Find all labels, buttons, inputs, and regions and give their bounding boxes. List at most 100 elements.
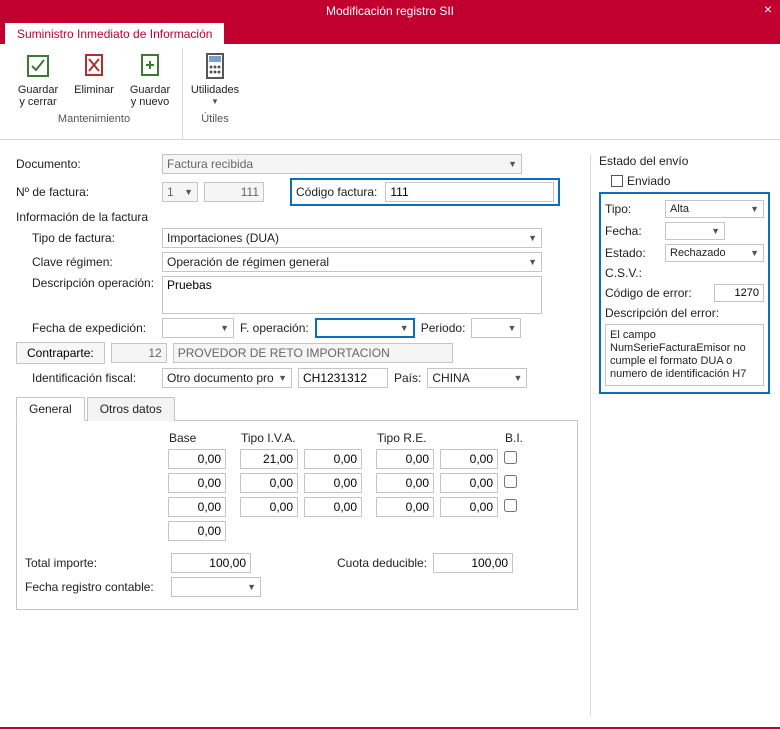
total-importe-label: Total importe: xyxy=(25,556,165,570)
chevron-down-icon: ▼ xyxy=(528,257,537,267)
bi-checkbox[interactable] xyxy=(504,499,517,512)
ribbon-group-label-maintenance: Mantenimiento xyxy=(12,110,176,127)
enviado-checkbox[interactable]: Enviado xyxy=(611,174,670,188)
tiva-pct-input[interactable] xyxy=(240,473,298,493)
contraparte-code-input[interactable] xyxy=(111,343,167,363)
calculator-icon xyxy=(199,50,231,82)
grid-header-tipo-iva: Tipo I.V.A. xyxy=(237,429,365,447)
save-close-button[interactable]: Guardar y cerrar xyxy=(12,48,64,110)
save-new-button[interactable]: Guardar y nuevo xyxy=(124,48,176,110)
ribbon-group-maintenance: Guardar y cerrar Eliminar Guardar y nuev… xyxy=(6,48,183,139)
desc-op-label: Descripción operación: xyxy=(16,276,156,290)
side-fecha-label: Fecha: xyxy=(605,224,661,238)
side-fecha-combo[interactable]: ▼ xyxy=(665,222,725,240)
estado-envio-box: Tipo: Alta▼ Fecha: ▼ Estado: Rechazado▼ … xyxy=(599,192,770,394)
save-close-icon xyxy=(22,50,54,82)
grid-row xyxy=(25,447,527,471)
grid-row xyxy=(25,495,527,519)
base-input[interactable] xyxy=(168,473,226,493)
chevron-down-icon: ▼ xyxy=(278,373,287,383)
extra-base-input[interactable] xyxy=(168,521,226,541)
tre-pct-input[interactable] xyxy=(376,449,434,469)
fecha-exp-label: Fecha de expedición: xyxy=(16,321,156,335)
tre-cuota-input[interactable] xyxy=(440,497,498,517)
contraparte-name-input xyxy=(173,343,453,363)
tre-cuota-input[interactable] xyxy=(440,449,498,469)
ident-fiscal-num-input[interactable] xyxy=(298,368,388,388)
f-operacion-combo[interactable]: ▼ xyxy=(315,318,415,338)
chevron-down-icon: ▼ xyxy=(247,582,256,592)
nfactura-num-input[interactable] xyxy=(204,182,264,202)
grid-row-extra xyxy=(25,519,527,543)
tre-pct-input[interactable] xyxy=(376,497,434,517)
total-importe-input[interactable] xyxy=(171,553,251,573)
tiva-pct-input[interactable] xyxy=(240,497,298,517)
grid-row xyxy=(25,471,527,495)
side-coderr-input[interactable] xyxy=(714,284,764,302)
tre-cuota-input[interactable] xyxy=(440,473,498,493)
clave-regimen-combo[interactable]: Operación de régimen general▼ xyxy=(162,252,542,272)
main-column: Documento: Factura recibida▼ Nº de factu… xyxy=(16,154,578,717)
periodo-combo[interactable]: ▼ xyxy=(471,318,521,338)
grid-header-bi: B.I. xyxy=(501,429,527,447)
ribbon-tab-strip: Suministro Inmediato de Información xyxy=(0,22,780,44)
info-factura-title: Información de la factura xyxy=(16,210,578,224)
documento-combo[interactable]: Factura recibida▼ xyxy=(162,154,522,174)
chevron-down-icon: ▼ xyxy=(508,159,517,169)
tiva-cuota-input[interactable] xyxy=(304,473,362,493)
base-input[interactable] xyxy=(168,497,226,517)
tipo-factura-combo[interactable]: Importaciones (DUA)▼ xyxy=(162,228,542,248)
bi-checkbox[interactable] xyxy=(504,451,517,464)
chevron-down-icon: ▼ xyxy=(400,323,409,333)
chevron-down-icon: ▼ xyxy=(750,204,759,214)
chevron-down-icon: ▼ xyxy=(211,96,219,108)
side-estado-label: Estado: xyxy=(605,246,661,260)
tab-general[interactable]: General xyxy=(16,397,85,421)
codigo-factura-input[interactable] xyxy=(385,182,554,202)
chevron-down-icon: ▼ xyxy=(508,323,517,333)
freg-contable-combo[interactable]: ▼ xyxy=(171,577,261,597)
content-area: Documento: Factura recibida▼ Nº de factu… xyxy=(0,140,780,727)
save-new-icon xyxy=(134,50,166,82)
grid-header-base: Base xyxy=(165,429,229,447)
chevron-down-icon: ▼ xyxy=(184,187,193,197)
fecha-exp-combo[interactable]: ▼ xyxy=(162,318,234,338)
delete-icon xyxy=(78,50,110,82)
tab-otros-datos[interactable]: Otros datos xyxy=(87,397,175,421)
ribbon-tab-sii[interactable]: Suministro Inmediato de Información xyxy=(4,22,225,44)
nfactura-label: Nº de factura: xyxy=(16,185,156,199)
side-tipo-combo[interactable]: Alta▼ xyxy=(665,200,764,218)
side-tipo-label: Tipo: xyxy=(605,202,661,216)
tre-pct-input[interactable] xyxy=(376,473,434,493)
cuota-deducible-input[interactable] xyxy=(433,553,513,573)
ribbon: Guardar y cerrar Eliminar Guardar y nuev… xyxy=(0,44,780,140)
clave-regimen-label: Clave régimen: xyxy=(16,255,156,269)
pais-label: País: xyxy=(394,371,421,385)
close-icon[interactable]: × xyxy=(764,1,772,17)
tab-general-panel: Base Tipo I.V.A. Tipo R.E. B.I. xyxy=(16,421,578,610)
tiva-cuota-input[interactable] xyxy=(304,449,362,469)
codigo-factura-box: Código factura: xyxy=(290,178,560,206)
chevron-down-icon: ▼ xyxy=(711,226,720,236)
tiva-pct-input[interactable] xyxy=(240,449,298,469)
nfactura-serie-combo[interactable]: 1▼ xyxy=(162,182,198,202)
codigo-factura-label: Código factura: xyxy=(296,185,377,199)
base-input[interactable] xyxy=(168,449,226,469)
side-estado-combo[interactable]: Rechazado▼ xyxy=(665,244,764,262)
delete-button[interactable]: Eliminar xyxy=(68,48,120,110)
inner-tabs: General Otros datos xyxy=(16,396,578,421)
utilities-button[interactable]: Utilidades ▼ xyxy=(189,48,241,110)
f-operacion-label: F. operación: xyxy=(240,321,309,335)
bi-checkbox[interactable] xyxy=(504,475,517,488)
tipo-factura-label: Tipo de factura: xyxy=(16,231,156,245)
pais-combo[interactable]: CHINA▼ xyxy=(427,368,527,388)
ident-fiscal-tipo-combo[interactable]: Otro documento prob▼ xyxy=(162,368,292,388)
side-coderr-label: Código de error: xyxy=(605,286,710,300)
documento-label: Documento: xyxy=(16,157,156,171)
chevron-down-icon: ▼ xyxy=(220,323,229,333)
tiva-cuota-input[interactable] xyxy=(304,497,362,517)
chevron-down-icon: ▼ xyxy=(513,373,522,383)
contraparte-button[interactable]: Contraparte: xyxy=(16,342,105,364)
desc-op-textarea[interactable]: Pruebas xyxy=(162,276,542,314)
chevron-down-icon: ▼ xyxy=(528,233,537,243)
